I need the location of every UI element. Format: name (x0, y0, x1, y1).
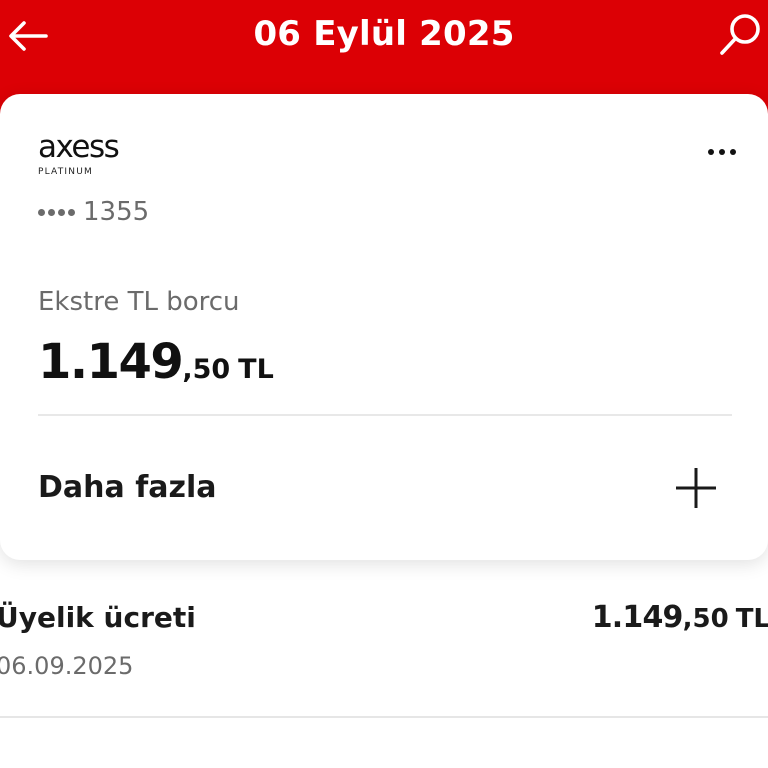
more-options-button[interactable] (700, 134, 744, 170)
transaction-row[interactable]: Üyelik ücreti 1.149 ,50 TL 06.09.2025 (0, 590, 768, 718)
debt-amount-currency: TL (238, 354, 274, 385)
more-horizontal-icon (708, 149, 714, 155)
page-title: 06 Eylül 2025 (253, 14, 515, 54)
brand-name: axess (38, 129, 120, 165)
brand-logo: axess PLATINUM (38, 129, 120, 180)
show-more-row[interactable]: Daha fazla (0, 444, 768, 534)
card-last-four: 1355 (83, 197, 150, 227)
transaction-amount-decimal: ,50 (682, 604, 729, 634)
credit-card-summary: axess PLATINUM 1355 Ekstre TL borcu 1.14… (0, 94, 768, 560)
show-more-label: Daha fazla (38, 470, 217, 505)
more-horizontal-icon (719, 149, 725, 155)
search-icon (720, 14, 760, 55)
transaction-amount: 1.149 ,50 TL (592, 598, 768, 639)
transaction-title: Üyelik ücreti (0, 601, 196, 634)
transaction-divider (0, 716, 768, 718)
search-button[interactable] (712, 4, 768, 64)
statement-debt-label: Ekstre TL borcu (38, 287, 240, 317)
transaction-date: 06.09.2025 (0, 652, 134, 680)
statement-screen: 06 Eylül 2025 axess PLATINUM 1355 Ekstre… (0, 0, 768, 768)
transaction-amount-currency: TL (735, 604, 768, 634)
debt-amount-decimal: ,50 (182, 354, 231, 385)
card-divider (38, 414, 732, 416)
mask-dots-icon (38, 208, 75, 216)
brand-tier: PLATINUM (38, 167, 93, 177)
more-horizontal-icon (730, 149, 736, 155)
plus-icon (676, 468, 716, 508)
transaction-amount-integer: 1.149 (591, 600, 684, 635)
statement-debt-amount: 1.149 ,50 TL (38, 332, 274, 392)
masked-card-number: 1355 (38, 194, 149, 230)
debt-amount-integer: 1.149 (38, 334, 184, 390)
